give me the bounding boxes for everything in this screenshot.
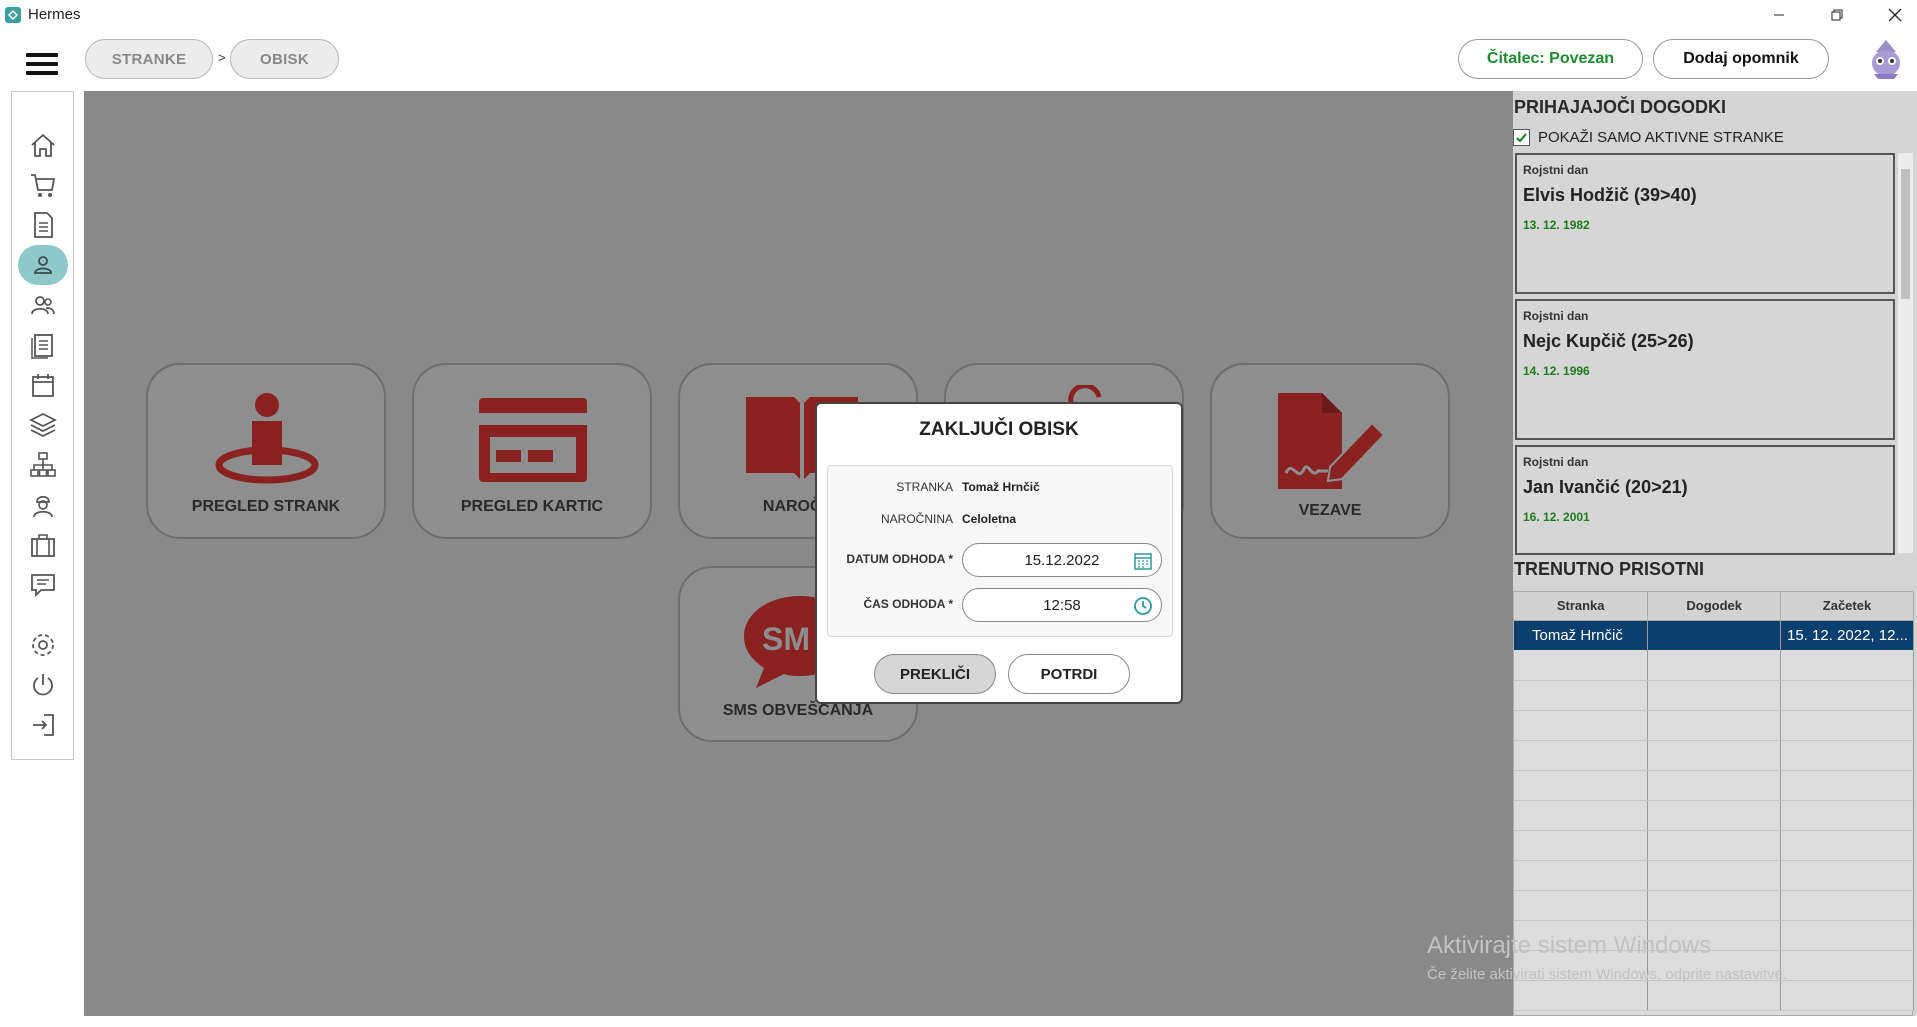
- cell-zacetek: 15. 12. 2022, 12...: [1780, 620, 1914, 650]
- list-icon[interactable]: [18, 325, 68, 365]
- power-icon[interactable]: [18, 665, 68, 705]
- column-header-zacetek[interactable]: Začetek: [1780, 592, 1914, 621]
- home-icon[interactable]: [18, 125, 68, 165]
- clock-picker-icon[interactable]: [1133, 596, 1153, 616]
- layers-icon[interactable]: [18, 405, 68, 445]
- settings-icon[interactable]: [18, 625, 68, 665]
- calendar-picker-icon[interactable]: [1133, 551, 1153, 571]
- network-icon[interactable]: [18, 445, 68, 485]
- credit-card-icon: [479, 398, 587, 482]
- message-icon[interactable]: [18, 565, 68, 605]
- event-card[interactable]: Rojstni dan Jan Ivančić (20>21) 16. 12. …: [1515, 445, 1895, 555]
- client-overview-icon: [215, 393, 319, 484]
- tile-label: PREGLED STRANK: [191, 498, 341, 515]
- column-header-stranka[interactable]: Stranka: [1514, 592, 1649, 621]
- event-card[interactable]: Rojstni dan Nejc Kupčič (25>26) 14. 12. …: [1515, 299, 1895, 440]
- empty-row: [1514, 680, 1914, 711]
- checkbox[interactable]: [1513, 128, 1530, 146]
- main-dimmed-area: [84, 91, 1513, 1016]
- event-type: Rojstni dan: [1523, 455, 1589, 469]
- tile-vezave[interactable]: VEZAVE: [1210, 363, 1450, 539]
- event-type: Rojstni dan: [1523, 309, 1589, 323]
- departure-date-field[interactable]: 15.12.2022: [962, 543, 1162, 577]
- signed-document-icon: [1278, 393, 1386, 489]
- event-date: 16. 12. 2001: [1523, 510, 1590, 524]
- events-scrollbar[interactable]: [1898, 153, 1913, 553]
- event-name: Elvis Hodžič (39>40): [1523, 185, 1697, 205]
- empty-row: [1514, 830, 1914, 861]
- cell-dogodek: [1647, 620, 1781, 650]
- empty-row: [1514, 650, 1914, 681]
- client-value: Tomaž Hrnčič: [962, 480, 1040, 494]
- empty-row: [1514, 740, 1914, 771]
- tile-label: PREGLED KARTIC: [460, 498, 604, 515]
- event-name: Nejc Kupčič (25>26): [1523, 331, 1694, 351]
- app-logo-icon: [5, 7, 21, 23]
- active-clients-filter[interactable]: POKAŽI SAMO AKTIVNE STRANKE: [1513, 127, 1784, 147]
- departure-date-label: DATUM ODHODA *: [846, 552, 953, 566]
- briefcase-icon[interactable]: [18, 525, 68, 565]
- close-icon[interactable]: [1872, 0, 1917, 29]
- table-row[interactable]: Tomaž Hrnčič 15. 12. 2022, 12...: [1514, 620, 1914, 650]
- avatar[interactable]: [1866, 38, 1906, 80]
- people-icon[interactable]: [18, 285, 68, 325]
- reader-status-button[interactable]: Čitalec: Povezan: [1458, 39, 1643, 79]
- dialog-title: ZAKLJUČI OBISK: [919, 419, 1079, 440]
- windows-activation-subtext: Če želite aktivirati sistem Windows, odp…: [1427, 966, 1788, 983]
- tile-label: VEZAVE: [1298, 502, 1362, 519]
- windows-activation-watermark: Aktivirajte sistem Windows: [1427, 932, 1712, 959]
- dialog-form-panel: STRANKA Tomaž Hrnčič NAROČNINA Celoletna…: [827, 465, 1173, 637]
- person-icon[interactable]: [18, 245, 68, 285]
- cart-icon[interactable]: [18, 165, 68, 205]
- departure-date-value: 15.12.2022: [1024, 551, 1100, 569]
- empty-row: [1514, 770, 1914, 801]
- empty-row: [1514, 800, 1914, 831]
- cell-stranka: Tomaž Hrnčič: [1514, 620, 1649, 650]
- departure-time-field[interactable]: 12:58: [962, 588, 1162, 622]
- subscription-label: NAROČNINA: [880, 512, 953, 526]
- scrollbar-thumb[interactable]: [1901, 169, 1910, 299]
- upcoming-events-title: PRIHAJAJOČI DOGODKI: [1514, 97, 1727, 117]
- subscription-value: Celoletna: [962, 512, 1017, 526]
- breadcrumb-separator: >: [218, 50, 226, 65]
- event-date: 14. 12. 1996: [1523, 364, 1590, 378]
- logout-icon[interactable]: [18, 705, 68, 745]
- restore-icon[interactable]: [1814, 0, 1860, 29]
- client-label: STRANKA: [896, 480, 953, 494]
- empty-row: [1514, 890, 1914, 921]
- column-header-dogodek[interactable]: Dogodek: [1647, 592, 1781, 621]
- sidebar: [11, 91, 74, 760]
- empty-row: [1514, 710, 1914, 741]
- tile-label: SMS OBVEŠČANJA: [722, 702, 874, 719]
- worker-icon[interactable]: [18, 485, 68, 525]
- calendar-icon[interactable]: [18, 365, 68, 405]
- breadcrumb-obisk[interactable]: OBISK: [230, 39, 339, 79]
- event-card[interactable]: Rojstni dan Elvis Hodžič (39>40) 13. 12.…: [1515, 153, 1895, 294]
- sms-icon-text: SM: [762, 621, 810, 657]
- window-title: Hermes: [28, 6, 81, 23]
- cancel-button[interactable]: PREKLIČI: [874, 654, 996, 694]
- close-visit-dialog: ZAKLJUČI OBISK STRANKA Tomaž Hrnčič NARO…: [815, 402, 1183, 704]
- tile-pregled-kartic[interactable]: PREGLED KARTIC: [412, 363, 652, 539]
- document-icon[interactable]: [18, 205, 68, 245]
- event-date: 13. 12. 1982: [1523, 218, 1590, 232]
- event-name: Jan Ivančić (20>21): [1523, 477, 1688, 497]
- present-now-title: TRENUTNO PRISOTNI: [1514, 559, 1705, 579]
- breadcrumb-stranke[interactable]: STRANKE: [85, 39, 213, 79]
- hamburger-menu-icon[interactable]: [26, 53, 58, 77]
- event-type: Rojstni dan: [1523, 163, 1589, 177]
- title-bar: Hermes: [0, 0, 1917, 29]
- add-reminder-button[interactable]: Dodaj opomnik: [1653, 39, 1829, 79]
- departure-time-value: 12:58: [1043, 596, 1081, 614]
- tile-pregled-strank[interactable]: PREGLED STRANK: [146, 363, 386, 539]
- departure-time-label: ČAS ODHODA *: [863, 597, 953, 611]
- minimize-icon[interactable]: [1756, 0, 1802, 29]
- filter-label: POKAŽI SAMO AKTIVNE STRANKE: [1538, 128, 1784, 146]
- checkmark-icon: [1516, 132, 1527, 142]
- empty-row: [1514, 980, 1914, 1011]
- confirm-button[interactable]: POTRDI: [1008, 654, 1130, 694]
- empty-row: [1514, 860, 1914, 891]
